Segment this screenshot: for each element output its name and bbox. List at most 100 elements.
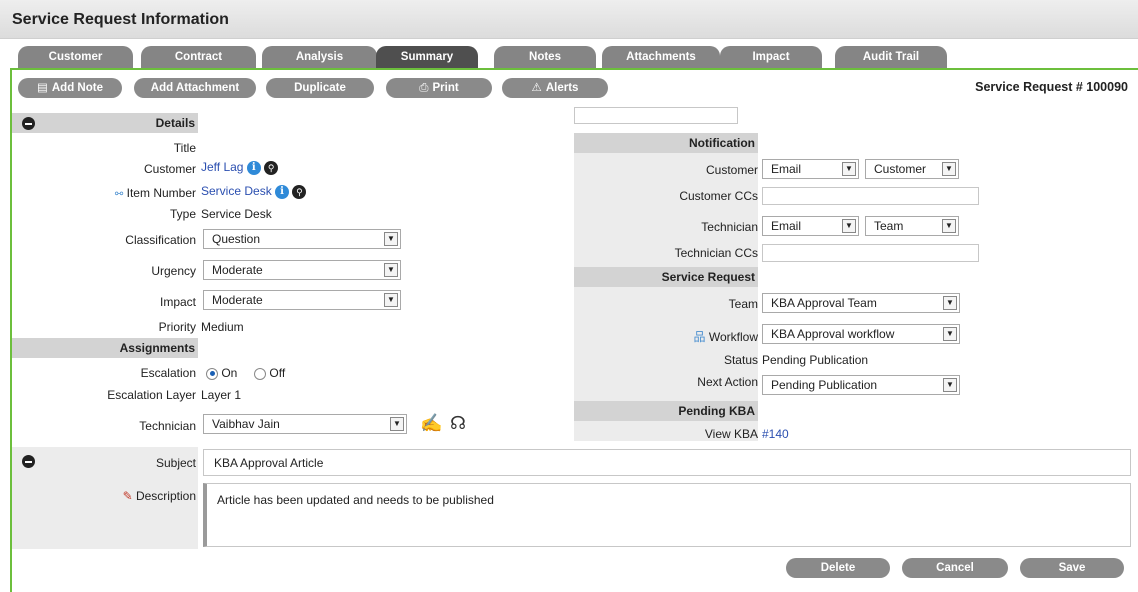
unassign-icon[interactable]: ☊	[450, 413, 466, 434]
customer-value-group: Jeff Lag i ⚲	[201, 160, 279, 175]
escalation-on-radio[interactable]	[206, 367, 218, 380]
chevron-down-icon: ▼	[943, 327, 957, 341]
customer-method-select[interactable]: Email ▼	[762, 159, 859, 179]
chevron-down-icon: ▼	[384, 263, 398, 277]
next-action-select[interactable]: Pending Publication ▼	[762, 375, 960, 395]
collapse-icon[interactable]	[22, 117, 35, 130]
technician-method-select[interactable]: Email ▼	[762, 216, 859, 236]
description-label: Description	[135, 489, 196, 503]
chevron-down-icon: ▼	[842, 162, 856, 176]
impact-value: Moderate	[212, 293, 263, 307]
view-kba-label: View KBA	[704, 427, 758, 441]
assignments-section-header: Assignments	[12, 338, 198, 358]
chevron-down-icon: ▼	[943, 378, 957, 392]
status-value: Pending Publication	[762, 353, 869, 367]
assign-icon[interactable]: ✍	[420, 413, 442, 434]
search-icon[interactable]: ⚲	[264, 160, 279, 175]
technician-value: Vaibhav Jain	[212, 417, 280, 431]
technician-select[interactable]: Vaibhav Jain ▼	[203, 414, 407, 434]
details-section-header: Details	[12, 113, 198, 133]
description-textarea[interactable]: Article has been updated and needs to be…	[203, 483, 1131, 547]
workflow-label: Workflow	[708, 330, 758, 344]
description-value: Article has been updated and needs to be…	[217, 493, 494, 507]
impact-select[interactable]: Moderate ▼	[203, 290, 401, 310]
escalation-label: Escalation	[140, 366, 196, 380]
tab-summary[interactable]: Summary	[376, 46, 478, 68]
urgency-value: Moderate	[212, 263, 263, 277]
chevron-down-icon: ▼	[384, 232, 398, 246]
info-icon[interactable]: i	[275, 184, 290, 199]
tab-impact[interactable]: Impact	[720, 46, 822, 68]
pencil-icon: ✎	[122, 489, 133, 503]
pending-kba-section-header: Pending KBA	[574, 401, 758, 421]
top-blank-field[interactable]	[574, 107, 738, 124]
team-select[interactable]: KBA Approval Team ▼	[762, 293, 960, 313]
customer-target-value: Customer	[874, 162, 927, 176]
tab-customer[interactable]: Customer	[18, 46, 133, 68]
tab-underline	[10, 68, 1138, 70]
note-icon: ▤	[37, 82, 48, 94]
item-number-link[interactable]: Service Desk	[201, 184, 272, 198]
add-note-button[interactable]: ▤ Add Note	[18, 78, 122, 98]
chevron-down-icon: ▼	[943, 296, 957, 310]
view-kba-link[interactable]: #140	[762, 427, 789, 441]
technician-label: Technician	[139, 419, 196, 433]
service-request-section-header: Service Request	[574, 267, 758, 287]
title-label: Title	[173, 141, 196, 155]
subject-input[interactable]: KBA Approval Article	[203, 449, 1131, 476]
right-label-panel	[574, 133, 758, 441]
delete-button[interactable]: Delete	[786, 558, 890, 578]
print-button[interactable]: ⎙ Print	[386, 78, 492, 98]
technician-method-value: Email	[771, 219, 802, 233]
notification-customer-label: Customer	[705, 163, 758, 177]
pending-kba-heading: Pending KBA	[678, 404, 755, 418]
tab-analysis[interactable]: Analysis	[262, 46, 377, 68]
classification-select[interactable]: Question ▼	[203, 229, 401, 249]
customer-ccs-label: Customer CCs	[679, 189, 758, 203]
tab-notes[interactable]: Notes	[494, 46, 596, 68]
technician-ccs-label: Technician CCs	[674, 246, 758, 260]
customer-link[interactable]: Jeff Lag	[201, 160, 243, 174]
workflow-icon[interactable]: 品	[694, 330, 706, 344]
search-icon[interactable]: ⚲	[292, 184, 307, 199]
alerts-button[interactable]: ⚠ Alerts	[502, 78, 608, 98]
technician-ccs-input[interactable]	[762, 244, 979, 262]
technician-target-select[interactable]: Team ▼	[865, 216, 959, 236]
tab-contract[interactable]: Contract	[141, 46, 256, 68]
add-attachment-button[interactable]: Add Attachment	[134, 78, 256, 98]
type-value: Service Desk	[201, 207, 272, 221]
impact-label: Impact	[159, 295, 196, 309]
printer-icon: ⎙	[419, 82, 429, 94]
escalation-layer-value: Layer 1	[201, 388, 242, 402]
customer-method-value: Email	[771, 162, 802, 176]
priority-value: Medium	[201, 320, 244, 334]
urgency-select[interactable]: Moderate ▼	[203, 260, 401, 280]
team-value: KBA Approval Team	[771, 296, 877, 310]
hierarchy-icon: ⚯	[114, 189, 124, 200]
type-label: Type	[169, 207, 196, 221]
escalation-off-radio[interactable]	[254, 367, 267, 380]
customer-ccs-input[interactable]	[762, 187, 979, 205]
workflow-select[interactable]: KBA Approval workflow ▼	[762, 324, 960, 344]
item-number-label-group: ⚯ Item Number	[115, 186, 196, 200]
next-action-label: Next Action	[697, 375, 758, 389]
customer-target-select[interactable]: Customer ▼	[865, 159, 959, 179]
save-button[interactable]: Save	[1020, 558, 1124, 578]
escalation-on-label: On	[221, 366, 238, 380]
page-title: Service Request Information	[12, 11, 229, 28]
tab-audit-trail[interactable]: Audit Trail	[835, 46, 947, 68]
service-request-heading: Service Request	[661, 270, 755, 284]
duplicate-button[interactable]: Duplicate	[266, 78, 374, 98]
service-request-number: Service Request # 100090	[975, 80, 1128, 94]
tab-attachments[interactable]: Attachments	[602, 46, 720, 68]
cancel-button[interactable]: Cancel	[902, 558, 1008, 578]
technician-target-value: Team	[874, 219, 904, 233]
details-heading: Details	[155, 116, 195, 130]
collapse-icon[interactable]	[22, 455, 35, 468]
item-number-label: Item Number	[126, 186, 196, 200]
workflow-value: KBA Approval workflow	[771, 327, 895, 341]
next-action-value: Pending Publication	[771, 378, 878, 392]
info-icon[interactable]: i	[246, 160, 261, 175]
workflow-label-group: 品 Workflow	[694, 328, 758, 345]
escalation-off-label: Off	[269, 366, 286, 380]
